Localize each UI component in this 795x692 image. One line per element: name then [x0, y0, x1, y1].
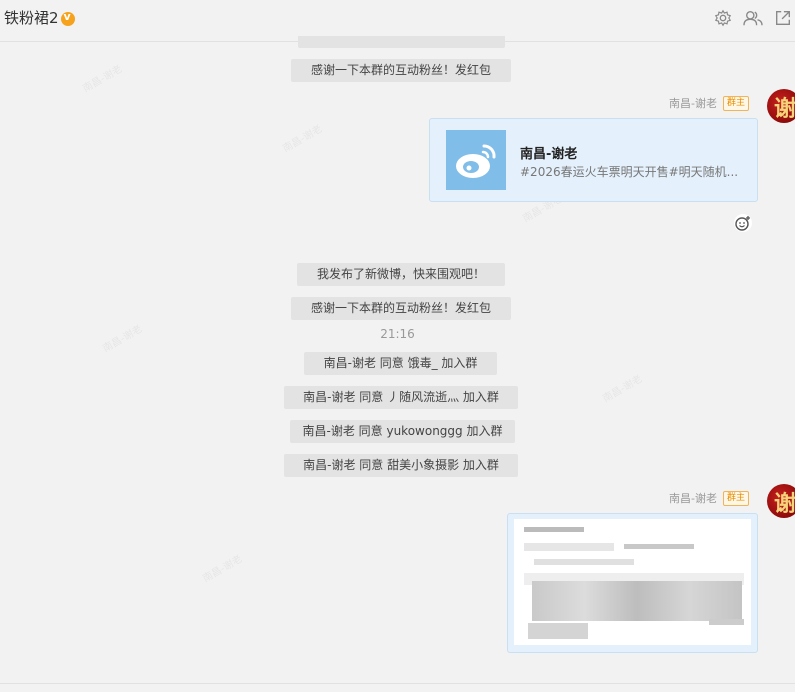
sender-info: 南昌-谢老 群主	[669, 490, 749, 506]
owner-badge: 群主	[722, 490, 749, 506]
group-title: 铁粉裙2	[4, 7, 75, 28]
image-message[interactable]	[507, 513, 758, 653]
card-description: #2026春运火车票明天开售#明天随机...	[520, 165, 739, 179]
sender-name: 南昌-谢老	[669, 492, 717, 505]
timestamp: 21:16	[380, 327, 415, 341]
members-icon[interactable]	[743, 9, 763, 27]
join-notice: 南昌-谢老 同意 yukowonggg 加入群	[290, 420, 515, 443]
open-external-icon[interactable]	[774, 9, 792, 27]
system-message: 感谢一下本群的互动粉丝！发红包	[291, 297, 511, 320]
card-title: 南昌-谢老	[520, 147, 578, 162]
settings-icon[interactable]	[714, 9, 732, 27]
system-message-partial	[298, 36, 505, 48]
system-message: 感谢一下本群的互动粉丝！发红包	[291, 59, 511, 82]
owner-badge: 群主	[722, 95, 749, 111]
group-name: 铁粉裙2	[4, 9, 59, 27]
emoji-reaction-icon[interactable]	[733, 213, 753, 233]
system-message: 我发布了新微博，快来围观吧！	[297, 263, 505, 286]
avatar[interactable]: 谢	[767, 484, 795, 518]
join-notice: 南昌-谢老 同意 甜美小象摄影 加入群	[284, 454, 518, 477]
sender-info: 南昌-谢老 群主	[669, 95, 749, 111]
join-notice: 南昌-谢老 同意 饿毒_ 加入群	[304, 352, 497, 375]
verified-badge-icon	[60, 10, 75, 26]
avatar[interactable]: 谢	[767, 89, 795, 123]
weibo-share-card[interactable]: 南昌-谢老 #2026春运火车票明天开售#明天随机...	[429, 118, 758, 202]
join-notice: 南昌-谢老 同意 丿随风流逝灬 加入群	[284, 386, 518, 409]
weibo-logo-icon	[446, 130, 506, 190]
divider	[0, 683, 795, 684]
sender-name: 南昌-谢老	[669, 97, 717, 110]
blurred-screenshot-image	[514, 519, 751, 645]
